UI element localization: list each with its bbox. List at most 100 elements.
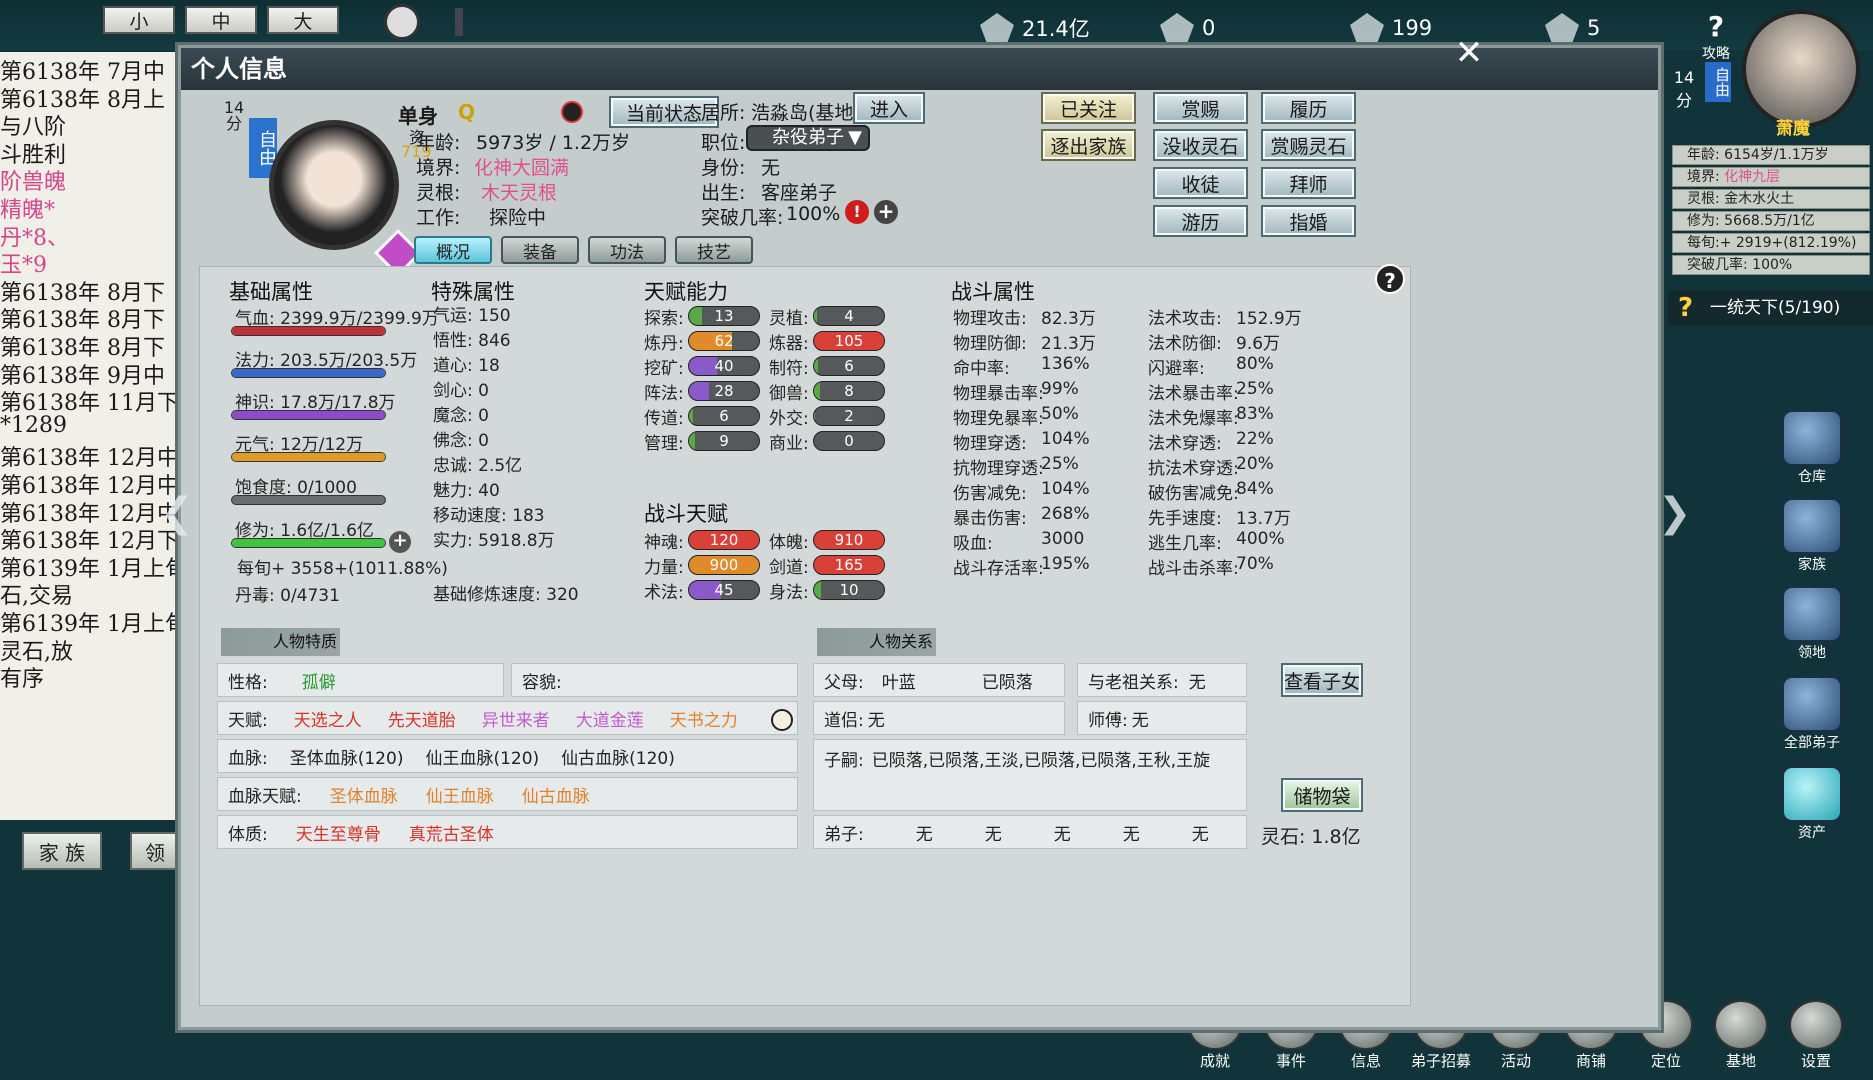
talent-label: 炼器: — [769, 334, 809, 354]
trait-item: 仙王血脉 — [425, 786, 494, 807]
alert-icon[interactable]: ! — [845, 200, 869, 224]
territory-button[interactable]: 领地 — [1775, 586, 1849, 662]
break-value: 100% — [786, 203, 841, 225]
view-children-button[interactable]: 查看子女 — [1281, 663, 1363, 697]
marriage-button[interactable]: 指婚 — [1261, 205, 1356, 237]
talent-value: 8 — [813, 381, 885, 401]
trait-item: 无 — [1191, 824, 1209, 845]
add-icon[interactable]: + — [874, 200, 898, 224]
travel-button[interactable]: 游历 — [1153, 205, 1248, 237]
drag-handle[interactable] — [455, 8, 463, 36]
brush-icon[interactable] — [561, 101, 583, 123]
special-attr: 忠诚: 2.5亿 — [433, 456, 523, 476]
combat-value: 99% — [1041, 379, 1079, 399]
score: 14 分 — [223, 98, 245, 133]
special-attr: 魅力: 40 — [433, 481, 500, 501]
prev-arrow-icon[interactable]: ❮ — [160, 490, 194, 536]
leader-avatar[interactable] — [1742, 10, 1860, 128]
special-attr: 剑心: 0 — [433, 381, 489, 401]
close-icon[interactable]: ✕ — [1450, 35, 1488, 73]
combat-value: 3000 — [1041, 529, 1085, 549]
special-attr: 气运: 150 — [433, 306, 511, 326]
warehouse-icon — [1782, 410, 1842, 466]
font-size-large-button[interactable]: 大 — [267, 6, 339, 34]
history-button[interactable]: 履历 — [1261, 92, 1356, 124]
disciples-row: 弟子: 无无无无无 — [813, 815, 1247, 849]
job-select[interactable]: 杂役弟子 ▼ — [746, 125, 870, 151]
settings-button[interactable]: 设置 — [1783, 1000, 1849, 1071]
base-button[interactable]: 基地 — [1708, 1000, 1774, 1071]
age-value: 5973岁 / 1.2万岁 — [476, 132, 631, 154]
quest-tracker[interactable]: ? 一统天下(5/190) — [1668, 290, 1873, 326]
resource-icon — [1350, 13, 1384, 43]
right-score: 14 分 — [1673, 68, 1695, 110]
tab-arts[interactable]: 技艺 — [675, 236, 753, 264]
storage-bag-button[interactable]: 储物袋 — [1281, 778, 1363, 812]
lead-button[interactable]: 领 — [130, 832, 180, 870]
realm-label: 境界: — [416, 157, 461, 179]
combat-value: 104% — [1041, 479, 1090, 499]
hp-bar — [231, 326, 386, 336]
all-disciples-button[interactable]: 全部弟子 — [1775, 676, 1849, 752]
combat-value: 9.6万 — [1236, 334, 1281, 354]
heirs-row: 子嗣: 已陨落,已陨落,王淡,已陨落,已陨落,王秋,王旋 — [813, 739, 1247, 811]
family-nav-button[interactable]: 家族 — [1775, 498, 1849, 574]
font-size-small-button[interactable]: 小 — [103, 6, 175, 34]
special-attr: 魔念: 0 — [433, 406, 489, 426]
expel-button[interactable]: 逐出家族 — [1041, 129, 1136, 161]
trait-item: 天选之人 — [293, 710, 362, 731]
trait-item: 无 — [1122, 824, 1140, 845]
talent-label: 神魂: — [644, 533, 684, 553]
trait-item: 大道金莲 — [575, 710, 644, 731]
reward-stones-button[interactable]: 赏赐灵石 — [1261, 129, 1356, 161]
confiscate-stones-button[interactable]: 没收灵石 — [1153, 129, 1248, 161]
ancestor-row: 与老祖关系: 无 — [1077, 663, 1247, 697]
bloodline-gift-row: 血脉天赋: 圣体血脉 仙王血脉 仙古血脉 — [217, 777, 798, 811]
become-apprentice-button[interactable]: 拜师 — [1261, 167, 1356, 199]
event-log-panel[interactable]: 第6138年 7月中 第6138年 8月上 与八阶 斗胜利 阶兽魄 精魄* 丹*8… — [0, 52, 178, 820]
combat-label: 闪避率: — [1148, 359, 1205, 379]
tab-skills[interactable]: 功法 — [588, 236, 666, 264]
assets-button[interactable]: 资产 — [1775, 766, 1849, 842]
job-label: 职位: — [701, 132, 746, 154]
guide-button[interactable]: ? 攻略 — [1690, 10, 1742, 70]
combat-label: 逃生几率: — [1148, 534, 1222, 554]
special-attr: 佛念: 0 — [433, 431, 489, 451]
tab-equipment[interactable]: 装备 — [501, 236, 579, 264]
person-icon — [1160, 13, 1194, 43]
battle-talent-grid: 神魂: 120 力量: 900 术法: 45 体魄: 910 剑道: 165 身法: 10 — [644, 528, 885, 608]
talent-value: 6 — [688, 406, 760, 426]
warehouse-button[interactable]: 仓库 — [1775, 410, 1849, 486]
trait-item: 天书之力 — [669, 710, 738, 731]
talent-label: 阵法: — [644, 384, 684, 404]
combat-value: 84% — [1236, 479, 1274, 499]
combat-label: 法术暴击率: — [1148, 384, 1239, 404]
take-apprentice-button[interactable]: 收徒 — [1153, 167, 1248, 199]
followed-button[interactable]: 已关注 — [1041, 92, 1136, 124]
combat-label: 破伤害减免: — [1148, 484, 1239, 504]
family-button[interactable]: 家 族 — [22, 832, 102, 870]
combat-value: 25% — [1236, 379, 1274, 399]
cult-bar — [231, 538, 386, 548]
talent-label: 探索: — [644, 309, 684, 329]
add-cultivation-icon[interactable]: + — [389, 531, 411, 553]
tab-overview[interactable]: 概况 — [414, 236, 492, 264]
master-row: 师傅: 无 — [1077, 701, 1247, 735]
combat-label: 法术攻击: — [1148, 309, 1222, 329]
per-text: 每旬+ 3558+(1011.88%) — [237, 559, 448, 579]
next-arrow-icon[interactable]: ❯ — [1658, 490, 1692, 536]
enter-button[interactable]: 进入 — [853, 92, 925, 124]
reward-button[interactable]: 赏赐 — [1153, 92, 1248, 124]
identity-label: 身份: — [701, 157, 746, 179]
combat-value: 13.7万 — [1236, 509, 1291, 529]
book-icon[interactable] — [771, 709, 793, 731]
font-size-medium-button[interactable]: 中 — [185, 6, 257, 34]
combat-label: 物理防御: — [953, 334, 1027, 354]
leader-root: 灵根: 金木水火土 — [1672, 189, 1870, 209]
help-icon[interactable]: ? — [1375, 264, 1405, 294]
combat-label: 物理暴击率: — [953, 384, 1044, 404]
traits-banner: 人物特质 — [221, 628, 391, 656]
leader-age: 年龄: 6154岁/1.1万岁 — [1672, 145, 1870, 165]
lock-icon[interactable] — [384, 4, 420, 40]
character-avatar[interactable] — [269, 120, 399, 250]
